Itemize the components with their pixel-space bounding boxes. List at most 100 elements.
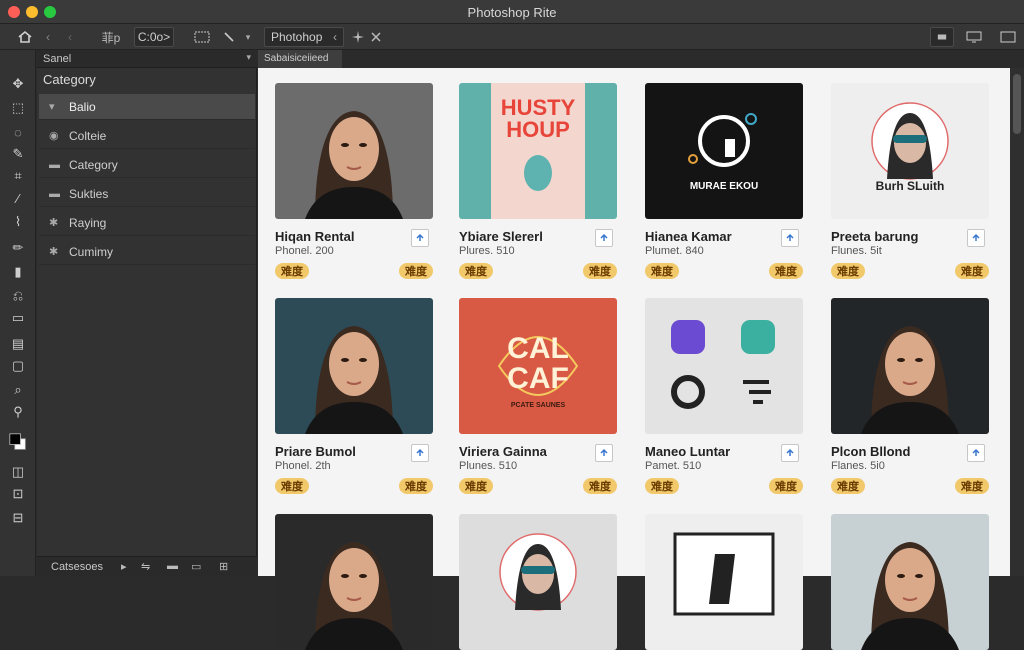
category-panel: Sanel ▾ Category ▾ Balio ◉ Colteie ▬ Category… [37, 50, 257, 576]
import-icon[interactable] [595, 229, 613, 247]
asset-title: Ybiare Slererl [459, 229, 543, 244]
document-tab[interactable]: Sabaisiceiieed [258, 50, 342, 68]
eraser-tool-icon[interactable]: ▭ [9, 310, 27, 326]
app-selector[interactable]: Photohop ‹ [264, 27, 344, 47]
folder-icon: ▬ [49, 187, 60, 200]
panel-item[interactable]: ✱ Cumimy [39, 239, 255, 265]
asset-thumbnail[interactable] [831, 298, 989, 434]
import-icon[interactable] [781, 229, 799, 247]
chevron-down-icon[interactable]: ▾ [242, 27, 254, 47]
add-icon[interactable]: ⊞ [219, 560, 228, 573]
logo-text: MURAE EKOU [689, 181, 759, 192]
eyedropper-tool-icon[interactable]: ⁄ [9, 190, 27, 206]
hand-tool-icon[interactable]: ⚲ [9, 404, 27, 420]
asset-subtitle: Flanes. 5i0 [831, 460, 885, 472]
folder-icon: ▬ [49, 158, 60, 171]
adjust-icon[interactable]: ⇋ [141, 560, 150, 573]
sparkle-icon[interactable] [350, 27, 366, 47]
panel-item[interactable]: ✱ Raying [39, 210, 255, 236]
panel-footer-label: Catsesoes [51, 561, 103, 573]
panel-item[interactable]: ▬ Category [39, 152, 255, 178]
import-icon[interactable] [595, 444, 613, 462]
difficulty-badge: 难度 [769, 263, 803, 279]
gradient-tool-icon[interactable]: ▤ [9, 336, 27, 352]
panel-item[interactable]: ▾ Balio [39, 94, 255, 120]
move-tool-icon[interactable]: ✥ [9, 76, 27, 92]
asset-thumbnail[interactable] [645, 514, 803, 650]
folder-icon[interactable]: ▬ [167, 560, 178, 572]
asset-thumbnail[interactable] [459, 514, 617, 650]
panel-menu-icon[interactable]: ▾ [246, 52, 251, 63]
import-icon[interactable] [967, 444, 985, 462]
quick-mask-icon[interactable]: ◫ [9, 464, 27, 480]
panel-item-label: Balio [69, 99, 96, 114]
app-selector-label: Photohop [271, 30, 323, 44]
panel-tab[interactable]: Sanel ▾ [37, 50, 257, 68]
difficulty-badge: 难度 [459, 263, 493, 279]
history-brush-tool-icon[interactable]: ⎌ [9, 288, 27, 304]
brush-tool-icon[interactable]: ✏ [9, 240, 27, 256]
blur-tool-icon[interactable]: ▢ [9, 358, 27, 374]
asset-subtitle: Flunes. 5it [831, 245, 882, 257]
panel-footer: Catsesoes ▸ ⇋ ▬ ▭ ⊞ [37, 556, 257, 576]
screen-mode-tool-icon[interactable]: ⊡ [9, 486, 27, 502]
quick-select-tool-icon[interactable]: ✎ [9, 146, 27, 162]
import-icon[interactable] [781, 444, 799, 462]
asset-thumbnail[interactable] [275, 83, 433, 219]
difficulty-badge: 难度 [583, 478, 617, 494]
asset-thumbnail[interactable] [275, 514, 433, 650]
panel-item[interactable]: ◉ Colteie [39, 123, 255, 149]
asset-thumbnail[interactable] [831, 514, 989, 650]
asset-thumbnail[interactable]: HUSTY HOUP [459, 83, 617, 219]
import-icon[interactable] [411, 444, 429, 462]
difficulty-badge: 难度 [645, 478, 679, 494]
crop-tool-icon[interactable]: ⌗ [9, 168, 27, 184]
difficulty-badge: 难度 [275, 263, 309, 279]
difficulty-badge: 难度 [459, 478, 493, 494]
panel-toggle-icon[interactable] [996, 27, 1020, 47]
lasso-tool-icon[interactable]: ◌ [9, 124, 27, 140]
marquee-icon[interactable] [192, 27, 212, 47]
poster-title: HOUP [506, 117, 570, 142]
asset-title: Priare Bumol [275, 444, 356, 459]
import-icon[interactable] [411, 229, 429, 247]
panel-tab-label: Sanel [43, 53, 72, 65]
document-canvas: Hiqan Rental Phonel. 200 难度 难度 HUSTY HOUP Ybia… [258, 68, 1010, 650]
panel-item[interactable]: ▬ Sukties [39, 181, 255, 207]
close-icon[interactable] [368, 27, 384, 47]
color-swatches-icon[interactable] [9, 433, 27, 450]
zoom-tool-icon[interactable]: ⌕ [9, 382, 27, 398]
asset-thumbnail[interactable]: Burh SLuith [831, 83, 989, 219]
nav-back-button[interactable]: ‹ [42, 27, 54, 47]
move-icon[interactable] [220, 27, 238, 47]
home-icon[interactable] [14, 27, 36, 47]
asset-title: Hianea Kamar [645, 229, 732, 244]
asset-subtitle: Plures. 510 [459, 245, 515, 257]
screen-mode-icon[interactable] [962, 27, 986, 47]
asset-thumbnail[interactable]: MURAE EKOU [645, 83, 803, 219]
eye-icon: ◉ [49, 130, 59, 142]
asset-subtitle: Phonel. 2th [275, 460, 331, 472]
poster-title: CAF [507, 362, 569, 395]
frame-tool-icon[interactable]: ⊟ [9, 510, 27, 526]
gear-icon: ✱ [49, 217, 59, 229]
difficulty-badge: 难度 [399, 478, 433, 494]
asset-thumbnail[interactable] [645, 298, 803, 434]
workspace-icon[interactable] [930, 27, 954, 47]
option-field-input[interactable]: C:0o> [134, 27, 174, 47]
asset-thumbnail[interactable] [275, 298, 433, 434]
marquee-tool-icon[interactable]: ⬚ [9, 100, 27, 116]
asset-thumbnail[interactable]: CAL CAF PCATE SAUNES [459, 298, 617, 434]
new-item-icon[interactable]: ▭ [191, 560, 201, 573]
import-icon[interactable] [967, 229, 985, 247]
scrollbar-thumb[interactable] [1013, 74, 1021, 134]
stamp-tool-icon[interactable]: ▮ [9, 264, 27, 280]
nav-forward-button[interactable]: ‹ [64, 27, 76, 47]
play-icon[interactable]: ▸ [121, 560, 127, 573]
difficulty-badge: 难度 [831, 263, 865, 279]
vertical-scrollbar[interactable] [1010, 68, 1024, 576]
healing-tool-icon[interactable]: ⌇ [9, 214, 27, 230]
asset-title: Hiqan Rental [275, 229, 355, 244]
option-field-label: 菲p [101, 30, 121, 45]
panel-item-label: Sukties [69, 186, 109, 201]
